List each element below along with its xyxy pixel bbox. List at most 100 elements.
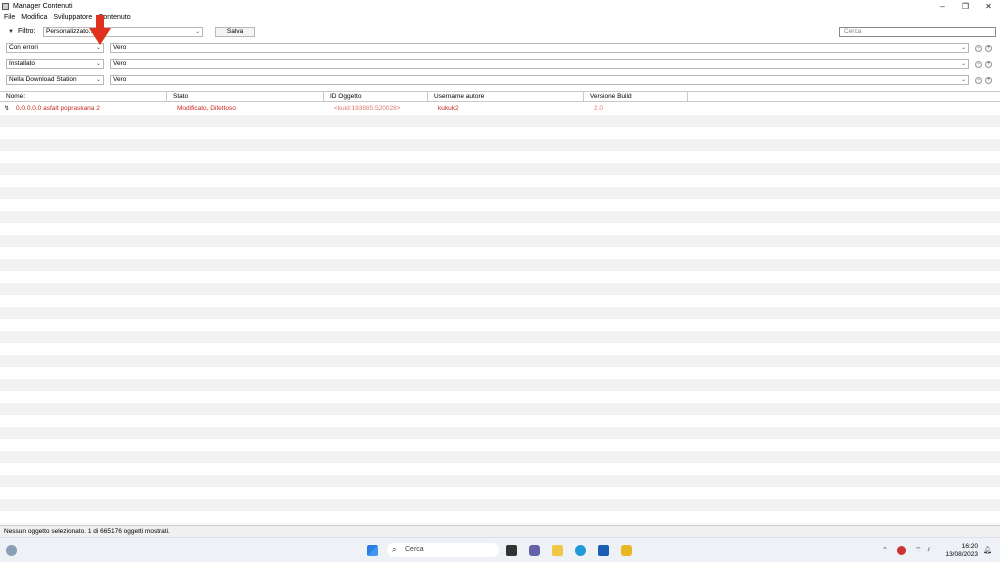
- search-input[interactable]: Cerca: [839, 27, 996, 37]
- annotation-arrow-icon: [89, 15, 111, 45]
- menu-sviluppatore[interactable]: Sviluppatore: [53, 14, 92, 21]
- column-header-object-id[interactable]: ID Oggetto: [324, 92, 428, 102]
- row-author: kukuk2: [438, 105, 459, 112]
- list-stripe: [0, 415, 1000, 427]
- save-button[interactable]: Salva: [215, 27, 255, 37]
- list-stripe: [0, 319, 1000, 331]
- trainz-app-icon[interactable]: [621, 545, 632, 556]
- search-icon: ⌕: [392, 545, 397, 554]
- column-header-author[interactable]: Username autore: [428, 92, 584, 102]
- maximize-button[interactable]: ❐: [954, 0, 977, 12]
- remove-condition-button[interactable]: −: [975, 77, 982, 84]
- minimize-button[interactable]: –: [931, 0, 954, 12]
- list-stripe: [0, 247, 1000, 259]
- filter-condition-row: Nella Download Station ⌄ Vero ⌄ − +: [0, 73, 1000, 88]
- filter-preset-value: Personalizzato...: [46, 28, 95, 35]
- condition-value-dropdown[interactable]: Vero ⌄: [110, 75, 969, 85]
- condition-value-dropdown[interactable]: Vero ⌄: [110, 59, 969, 69]
- condition-field-value: Nella Download Station: [9, 76, 77, 83]
- list-stripe: [0, 427, 1000, 439]
- condition-value: Vero: [113, 60, 127, 67]
- volume-icon[interactable]: ♪: [927, 546, 931, 553]
- list-stripe: [0, 271, 1000, 283]
- menu-modifica[interactable]: Modifica: [21, 14, 47, 21]
- list-stripe: [0, 451, 1000, 463]
- list-stripe: [0, 139, 1000, 151]
- add-condition-button[interactable]: +: [985, 45, 992, 52]
- table-header: Nome: Stato ID Oggetto Username autore V…: [0, 91, 1000, 102]
- list-stripe: [0, 511, 1000, 523]
- list-stripe: [0, 235, 1000, 247]
- column-header-status[interactable]: Stato: [167, 92, 324, 102]
- row-status: Modificato, Difettoso: [177, 105, 236, 112]
- store-icon[interactable]: [598, 545, 609, 556]
- list-stripe: [0, 187, 1000, 199]
- clock[interactable]: 16:20 13/08/2023: [945, 543, 978, 559]
- app-icon: [2, 2, 9, 10]
- notifications-icon[interactable]: 🔔︎: [983, 546, 992, 554]
- list-stripe: [0, 331, 1000, 343]
- windows-start-icon[interactable]: [367, 545, 378, 556]
- remove-condition-button[interactable]: −: [975, 45, 982, 52]
- list-stripe: [0, 499, 1000, 511]
- filter-bar: ▼ Filtro: Personalizzato... ⌄ Salva Cerc…: [0, 24, 1000, 40]
- list-stripe: [0, 367, 1000, 379]
- tray-overflow-icon[interactable]: ⌃: [882, 546, 888, 554]
- menu-bar: File Modifica Sviluppatore Contenuto: [0, 12, 1000, 23]
- wifi-icon[interactable]: ⌔: [915, 546, 922, 555]
- list-stripe: [0, 115, 1000, 127]
- clock-time: 16:20: [961, 543, 978, 550]
- column-header-build-version[interactable]: Versione Build: [584, 92, 688, 102]
- clock-date: 13/08/2023: [945, 551, 978, 558]
- chevron-down-icon: ⌄: [95, 77, 101, 83]
- content-list: [0, 103, 1000, 524]
- chevron-down-icon: ⌄: [960, 77, 966, 83]
- list-stripe: [0, 223, 1000, 235]
- condition-field-dropdown[interactable]: Installato ⌄: [6, 59, 104, 69]
- remove-condition-button[interactable]: −: [975, 61, 982, 68]
- column-header-name[interactable]: Nome:: [0, 92, 167, 102]
- filter-funnel-icon: ▼: [8, 29, 14, 35]
- chevron-down-icon: ⌄: [960, 61, 966, 67]
- list-stripe: [0, 355, 1000, 367]
- chevron-down-icon: ⌄: [95, 61, 101, 67]
- condition-field-value: Con errori: [9, 44, 38, 51]
- add-condition-button[interactable]: +: [985, 61, 992, 68]
- list-stripe: [0, 127, 1000, 139]
- weather-icon[interactable]: [6, 545, 17, 556]
- row-object-id: <kuid:193885:520028>: [334, 105, 401, 112]
- condition-field-dropdown[interactable]: Nella Download Station ⌄: [6, 75, 104, 85]
- window-controls: – ❐ ✕: [931, 0, 1000, 12]
- condition-value: Vero: [113, 44, 127, 51]
- list-stripe: [0, 523, 1000, 524]
- row-build-version: 2.0: [594, 105, 604, 112]
- list-stripe: [0, 211, 1000, 223]
- chevron-down-icon: ⌄: [95, 45, 101, 51]
- list-stripe: [0, 463, 1000, 475]
- row-name: 0.0.0.0.0 asfalt popraskana 2: [16, 105, 100, 112]
- filter-preset-dropdown[interactable]: Personalizzato... ⌄: [43, 27, 203, 37]
- table-row[interactable]: ↯ 0.0.0.0.0 asfalt popraskana 2 Modifica…: [0, 103, 1000, 115]
- list-stripe: [0, 163, 1000, 175]
- list-stripe: [0, 307, 1000, 319]
- menu-file[interactable]: File: [4, 14, 15, 21]
- chat-icon[interactable]: [529, 545, 540, 556]
- title-bar: Manager Contenuti – ❐ ✕: [0, 0, 1000, 12]
- security-tray-icon[interactable]: [897, 546, 906, 555]
- filter-condition-row: Con errori ⌄ Vero ⌄ − +: [0, 42, 1000, 57]
- edge-browser-icon[interactable]: [575, 545, 586, 556]
- asset-type-icon: ↯: [4, 105, 10, 112]
- taskbar-search[interactable]: ⌕ Cerca: [387, 543, 499, 557]
- condition-value-dropdown[interactable]: Vero ⌄: [110, 43, 969, 53]
- close-button[interactable]: ✕: [977, 0, 1000, 12]
- taskbar: ⌕ Cerca ⌃ ⌔ ♪ 16:20 13/08/2023 🔔︎: [0, 537, 1000, 562]
- task-view-icon[interactable]: [506, 545, 517, 556]
- list-stripe: [0, 175, 1000, 187]
- condition-value: Vero: [113, 76, 127, 83]
- list-stripe: [0, 283, 1000, 295]
- filter-label: Filtro:: [18, 28, 36, 35]
- chevron-down-icon: ⌄: [960, 45, 966, 51]
- list-stripe: [0, 439, 1000, 451]
- add-condition-button[interactable]: +: [985, 77, 992, 84]
- file-explorer-icon[interactable]: [552, 545, 563, 556]
